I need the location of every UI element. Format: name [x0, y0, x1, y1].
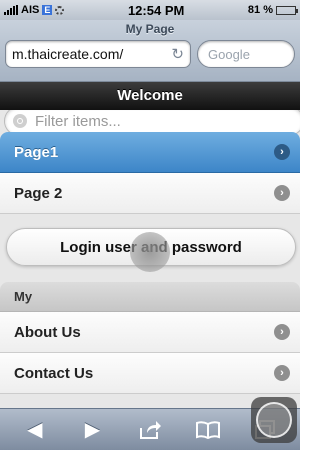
page-list: Page1 › Page 2 › — [0, 132, 300, 214]
list-item-about-us[interactable]: About Us › — [0, 312, 300, 353]
list-item-label: Contact Us — [14, 364, 94, 382]
reload-icon[interactable]: ↻ — [171, 47, 184, 62]
page-header: Welcome — [0, 82, 300, 110]
list-divider: My — [0, 282, 300, 312]
status-right: 81 % — [247, 4, 298, 16]
carrier-label: AIS — [21, 4, 40, 16]
url-text: m.thaicreate.com/ — [12, 46, 124, 62]
list-item-contact-us[interactable]: Contact Us › — [0, 353, 300, 394]
share-icon[interactable] — [132, 415, 168, 445]
assistive-touch-button[interactable] — [251, 397, 297, 443]
list-item-page1[interactable]: Page1 › — [0, 132, 300, 173]
forward-icon[interactable]: ▶ — [74, 415, 110, 445]
page-title: My Page — [125, 22, 175, 36]
filter-placeholder: Filter items... — [35, 112, 121, 130]
my-section-list: My About Us › Contact Us › — [0, 282, 300, 394]
list-item-page2[interactable]: Page 2 › — [0, 173, 300, 214]
touch-indicator — [130, 232, 170, 272]
browser-address-bar: My Page m.thaicreate.com/ ↻ Google — [0, 20, 300, 82]
back-icon[interactable]: ◀ — [17, 415, 53, 445]
url-row: m.thaicreate.com/ ↻ Google — [5, 40, 295, 68]
chevron-right-icon: › — [274, 185, 290, 201]
activity-spinner-icon — [55, 5, 65, 15]
status-left: AIS E — [4, 4, 65, 16]
battery-percent: 81 % — [247, 4, 273, 16]
network-type-badge: E — [42, 5, 53, 15]
url-field[interactable]: m.thaicreate.com/ ↻ — [5, 40, 191, 68]
list-item-label: Page1 — [14, 143, 59, 161]
list-item-label: About Us — [14, 323, 81, 341]
search-icon — [13, 114, 27, 128]
chevron-right-icon: › — [274, 144, 290, 160]
chevron-right-icon: › — [274, 365, 290, 381]
battery-icon — [276, 5, 298, 15]
search-field[interactable]: Google — [197, 40, 295, 68]
signal-icon — [4, 5, 18, 15]
bookmarks-icon[interactable] — [190, 415, 226, 445]
page-content: Filter items... Page1 › Page 2 › Login u… — [0, 110, 300, 408]
search-placeholder: Google — [208, 46, 250, 62]
status-time: 12:54 PM — [127, 2, 185, 18]
status-bar: AIS E 12:54 PM 81 % — [0, 0, 300, 20]
list-item-label: Page 2 — [14, 184, 63, 202]
chevron-right-icon: › — [274, 324, 290, 340]
